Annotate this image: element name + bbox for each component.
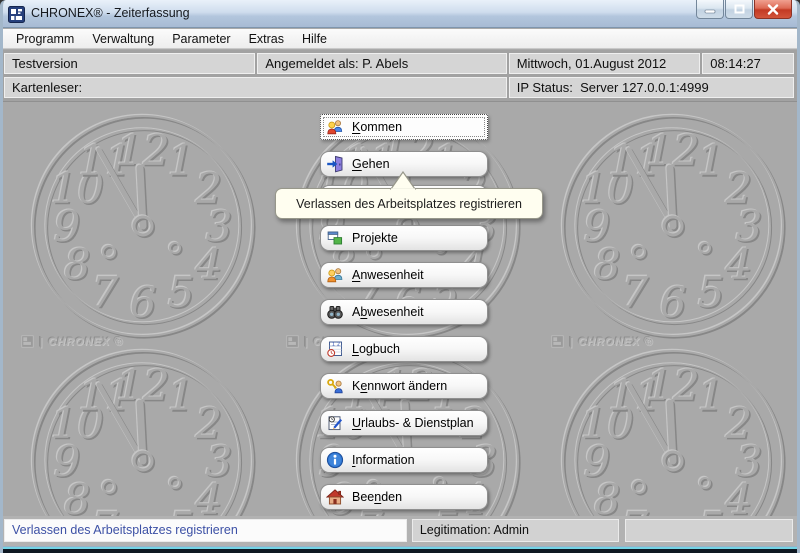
main-button-logbuch[interactable]: 1 2 Logbuch <box>320 336 488 362</box>
main-area: 1 1 1 2 2 2 3 3 3 4 4 4 5 5 5 6 6 6 7 7 7 8 8 8 9 9 9 10 10 10 11 11 11 1… <box>3 101 797 516</box>
maximize-button[interactable] <box>725 0 753 19</box>
key-user-icon <box>327 379 343 394</box>
button-label: Kommen <box>352 120 403 134</box>
tooltip: Verlassen des Arbeitsplatzes registriere… <box>275 188 543 219</box>
svg-text:1: 1 <box>168 371 195 420</box>
maximize-icon <box>734 4 744 14</box>
info-row-2: Kartenleser: IP Status: Server 127.0.0.1:… <box>4 77 796 98</box>
svg-text:1: 1 <box>698 136 725 185</box>
chronex-watermark: |CHRONEX ® <box>21 335 123 348</box>
menu-item-hilfe[interactable]: Hilfe <box>293 30 336 48</box>
button-label: Projekte <box>352 231 398 245</box>
svg-text:5: 5 <box>698 503 725 516</box>
button-label: Information <box>352 453 415 467</box>
info-cell-logged-in-user: Angemeldet als: P. Abels <box>257 53 507 74</box>
background-clock: 1112223334445556667778889991010101111111… <box>30 113 256 339</box>
svg-text:5: 5 <box>168 503 195 516</box>
info-icon <box>326 451 344 469</box>
binoculars-icon <box>327 306 343 319</box>
info-panel: Testversion Angemeldet als: P. Abels Mittw… <box>3 50 797 101</box>
users-come-icon <box>327 120 343 135</box>
button-label: Anwesenheit <box>352 268 424 282</box>
status-bar: Verlassen des Arbeitsplatzes registriere… <box>3 516 797 546</box>
main-button-urlaubs-dienstplan[interactable]: Urlaubs- & Dienstplan <box>320 410 488 436</box>
menu-bar: Programm Verwaltung Parameter Extras Hilfe <box>3 29 797 49</box>
info-cell-ip-status: IP Status: Server 127.0.0.1:4999 <box>508 77 794 98</box>
status-cell-hint: Verlassen des Arbeitsplatzes registriere… <box>4 519 407 542</box>
exit-door-icon <box>327 155 343 173</box>
background-clock: 1112223334445556667778889991010101111111… <box>560 113 786 339</box>
projects-icon <box>327 231 343 245</box>
button-label: Kennwort ändern <box>352 379 448 393</box>
menu-item-verwaltung[interactable]: Verwaltung <box>83 30 163 48</box>
svg-text:6: 6 <box>130 278 157 327</box>
app-window: CHRONEX® - Zeiterfassung Programm Verwalt… <box>0 0 800 553</box>
svg-text:7: 7 <box>622 268 649 317</box>
svg-text:6: 6 <box>660 278 687 327</box>
title-bar[interactable]: CHRONEX® - Zeiterfassung <box>3 0 797 28</box>
button-label: Gehen <box>352 157 390 171</box>
main-button-projekte[interactable]: Projekte <box>320 225 488 251</box>
status-cell-spare <box>625 519 793 542</box>
background-clock: 1112223334445556667778889991010101111111… <box>30 348 256 516</box>
planner-icon <box>328 416 343 431</box>
info-cell-time: 08:14:27 <box>702 53 795 74</box>
main-button-abwesenheit[interactable]: Abwesenheit <box>320 299 488 325</box>
button-label: Urlaubs- & Dienstplan <box>352 416 474 430</box>
menu-item-programm[interactable]: Programm <box>7 30 83 48</box>
button-label: Abwesenheit <box>352 305 424 319</box>
chronex-logo-icon <box>8 6 25 23</box>
menu-item-parameter[interactable]: Parameter <box>163 30 239 48</box>
home-icon <box>326 489 344 505</box>
button-label: Logbuch <box>352 342 400 356</box>
info-cell-card-reader: Kartenleser: <box>4 77 507 98</box>
svg-text:4: 4 <box>194 240 222 289</box>
main-button-information[interactable]: Information <box>320 447 488 473</box>
watermark-logo-icon <box>286 335 299 348</box>
status-cell-legitimation: Legitimation: Admin <box>411 519 620 542</box>
svg-text:4: 4 <box>194 475 222 516</box>
chronex-watermark: |CHRONEX ® <box>551 335 653 348</box>
tooltip-arrow <box>389 171 417 190</box>
minimize-button[interactable] <box>696 0 724 19</box>
window-controls <box>695 0 792 19</box>
window-bottom-border <box>3 546 797 553</box>
svg-text:7: 7 <box>92 503 119 516</box>
svg-text:5: 5 <box>698 268 725 317</box>
info-cell-version: Testversion <box>4 53 256 74</box>
watermark-logo-icon <box>551 335 564 348</box>
watermark-text: CHRONEX ® <box>578 335 654 348</box>
svg-text:4: 4 <box>724 240 752 289</box>
svg-text:2: 2 <box>337 341 340 347</box>
info-row-1: Testversion Angemeldet als: P. Abels Mittw… <box>4 53 796 74</box>
main-button-kennwort-aendern[interactable]: Kennwort ändern <box>320 373 488 399</box>
background-clock: 1112223334445556667778889991010101111111… <box>560 348 786 516</box>
svg-text:1: 1 <box>168 136 195 185</box>
watermark-logo-icon <box>21 335 34 348</box>
close-button[interactable] <box>754 0 792 19</box>
info-cell-date: Mittwoch, 01.August 2012 <box>508 53 701 74</box>
svg-text:1: 1 <box>332 341 335 347</box>
watermark-text: CHRONEX ® <box>48 335 124 348</box>
close-icon <box>767 3 779 15</box>
presence-icon <box>327 268 343 283</box>
svg-text:5: 5 <box>168 268 195 317</box>
tooltip-text: Verlassen des Arbeitsplatzes registriere… <box>296 196 522 211</box>
menu-item-extras[interactable]: Extras <box>240 30 293 48</box>
main-button-beenden[interactable]: Beenden <box>320 484 488 510</box>
svg-text:4: 4 <box>724 475 752 516</box>
svg-text:1: 1 <box>698 371 725 420</box>
logbook-icon: 12 <box>327 341 342 357</box>
svg-text:7: 7 <box>92 268 119 317</box>
svg-text:7: 7 <box>622 503 649 516</box>
main-button-anwesenheit[interactable]: Anwesenheit <box>320 262 488 288</box>
button-label: Beenden <box>352 490 403 504</box>
window-title: CHRONEX® - Zeiterfassung <box>31 6 190 20</box>
minimize-icon <box>704 9 716 14</box>
main-button-kommen[interactable]: Kommen <box>320 114 488 140</box>
